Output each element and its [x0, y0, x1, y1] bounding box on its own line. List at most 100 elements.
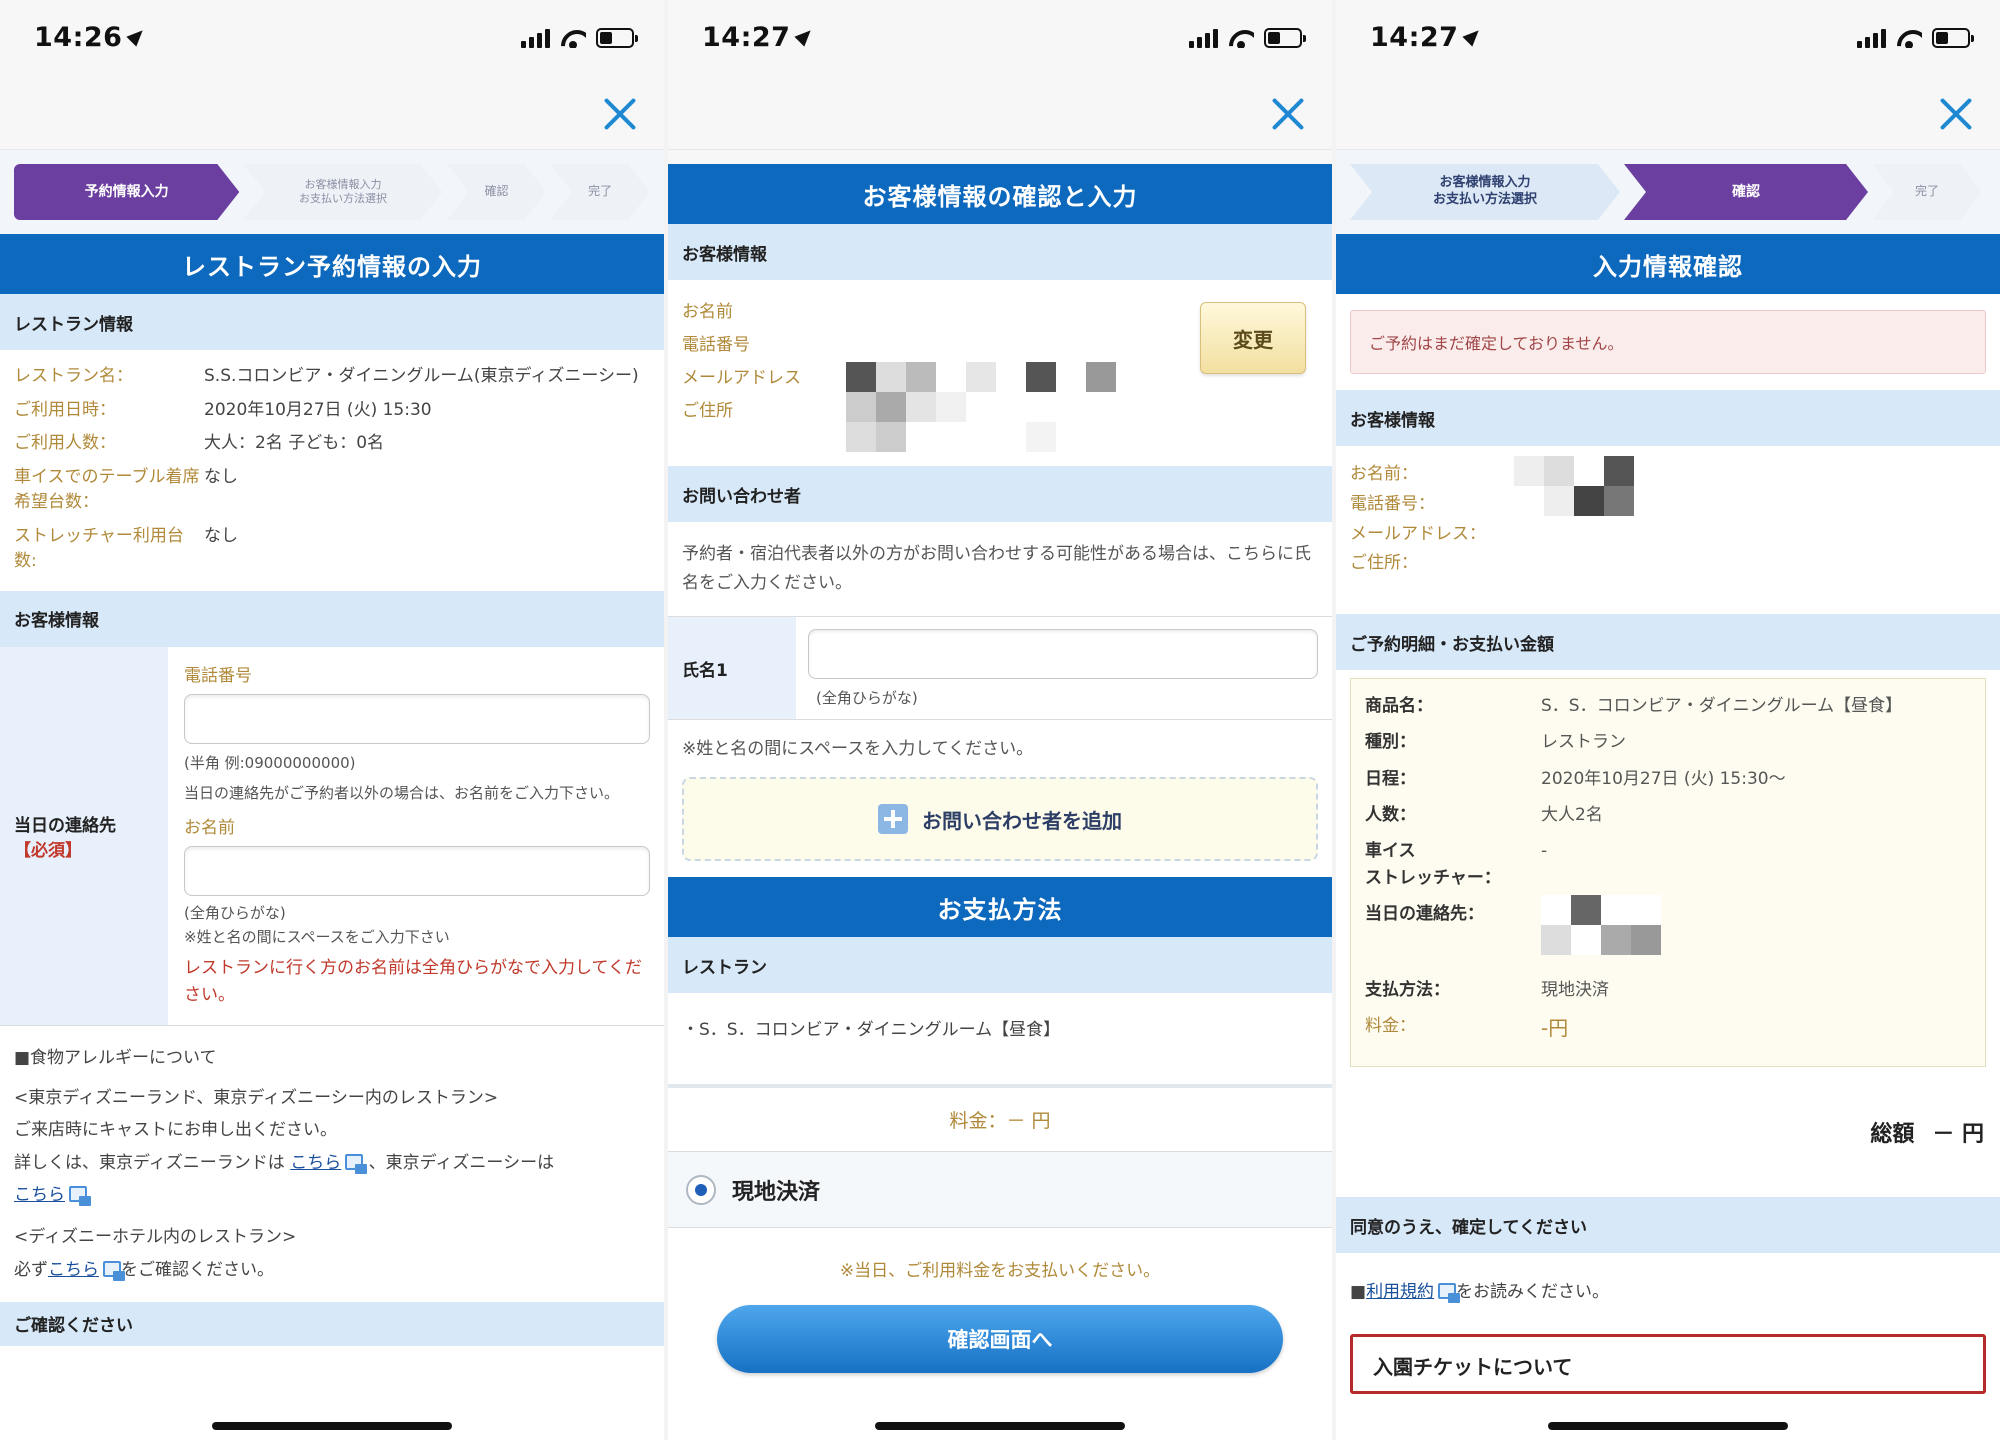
tdl-link[interactable]: こちら [290, 1153, 341, 1173]
plus-icon [878, 804, 908, 835]
radio-selected-icon[interactable] [686, 1174, 716, 1205]
inquiry-name-input[interactable] [808, 628, 1318, 679]
battery-icon [1264, 28, 1306, 48]
summary-label: 人数： [1365, 805, 1416, 826]
redacted-customer-data [1514, 456, 1634, 516]
home-indicator [212, 1422, 452, 1430]
close-icon[interactable] [1938, 96, 1974, 132]
status-bar: 14:26 [0, 0, 664, 78]
allergy-link-text-b: 、東京ディズニーシーは [368, 1152, 555, 1173]
wifi-icon [1228, 28, 1254, 48]
summary-row: 人数： 大人2名 [1365, 802, 1971, 828]
home-indicator [1548, 1422, 1788, 1430]
wifi-icon [560, 28, 586, 48]
terms-suffix: をお読みください。 [1456, 1282, 1610, 1303]
step-confirm: 確認 [1624, 164, 1868, 220]
close-icon[interactable] [1270, 96, 1306, 132]
location-arrow-icon [1462, 25, 1485, 47]
summary-label: 支払方法： [1365, 980, 1450, 1001]
summary-value: -円 [1541, 1016, 1569, 1041]
terms-line: ■利用規約 をお読みください。 [1336, 1253, 2000, 1326]
summary-label: 当日の連絡先： [1365, 904, 1484, 925]
label-address: ご住所： [1350, 553, 1418, 574]
external-link-icon [1438, 1283, 1461, 1304]
signal-icon [521, 28, 550, 48]
info-row: ストレッチャー利用台数: なし [14, 524, 650, 575]
status-time: 14:27 [702, 22, 817, 53]
home-indicator [875, 1422, 1125, 1430]
summary-value: S．S．コロンビア・ダイニングルーム【昼食】 [1541, 696, 1903, 716]
summary-label: 商品名： [1365, 696, 1433, 716]
page-title: お客様情報の確認と入力 [668, 164, 1332, 224]
restaurant-line: ・S．S．コロンビア・ダイニングルーム【昼食】 [668, 993, 1332, 1089]
external-link-icon [69, 1186, 91, 1207]
step-reservation-input: 予約情報入力 [14, 164, 239, 220]
info-label: ご利用日時： [14, 399, 116, 420]
allergy-notice: ■食物アレルギーについて <東京ディズニーランド、東京ディズニーシー内のレストラ… [0, 1026, 664, 1302]
section-inquiry-person: お問い合わせ者 [668, 466, 1332, 522]
signal-icon [1189, 28, 1218, 48]
payment-option-label: 現地決済 [732, 1179, 821, 1205]
go-to-confirm-button[interactable]: 確認画面へ [717, 1305, 1283, 1374]
section-customer-info: お客様情報 [0, 590, 664, 647]
status-bar: 14:27 [1336, 0, 2000, 78]
allergy-park-text: ご来店時にキャストにお申し出ください。 [14, 1120, 337, 1141]
status-time: 14:26 [34, 22, 149, 53]
summary-label: 車イス ストレッチャー： [1365, 841, 1501, 888]
summary-value: 2020年10月27日 (火) 15:30～ [1541, 768, 1786, 789]
inquiry-text: 予約者・宿泊代表者以外の方がお問い合わせする可能性がある場合は、こちらに氏名をご… [668, 522, 1332, 617]
total-value: － 円 [1932, 1122, 1984, 1148]
add-inquiry-label: お問い合わせ者を追加 [922, 808, 1122, 833]
close-icon[interactable] [602, 96, 638, 132]
step-customer-info: お客様情報入力 お支払い方法選択 [1350, 164, 1620, 220]
ticket-notice-box[interactable]: 入園チケットについて [1350, 1334, 1986, 1395]
total-label: 総額 [1870, 1122, 1915, 1148]
step-customer-info: お客様情報入力 お支払い方法選択 [243, 164, 442, 220]
fee-line: 料金：－ 円 [668, 1088, 1332, 1153]
panel-customer-confirm: 14:27 お客様情報の確認と入力 お客様情報 お名前 電話番号 メールアドレス… [668, 0, 1332, 1440]
section-reservation-summary: ご予約明細・お支払い金額 [1336, 614, 2000, 670]
name-hint-space: ※姓と名の間にスペースをご入力下さい [184, 928, 450, 946]
payment-option-onsite[interactable]: 現地決済 [668, 1152, 1332, 1229]
terms-link[interactable]: 利用規約 [1366, 1282, 1434, 1302]
info-label: レストラン名： [14, 366, 133, 386]
page-title: レストラン予約情報の入力 [0, 234, 664, 294]
summary-row-fee: 料金： -円 [1365, 1013, 1971, 1044]
signal-icon [1857, 28, 1886, 48]
tds-link[interactable]: こちら [14, 1185, 65, 1205]
space-note: ※姓と名の間にスペースを入力してください。 [682, 739, 1034, 760]
info-row: レストラン名： S.S.コロンビア・ダイニングルーム(東京ディズニーシー) [14, 364, 650, 390]
section-customer-info: お客様情報 [1336, 390, 2000, 446]
location-arrow-icon [794, 25, 817, 47]
summary-label: 料金： [1365, 1016, 1416, 1037]
allergy-hotel-text-a: 必ず [14, 1259, 48, 1280]
top-bar [668, 78, 1332, 150]
label-email: メールアドレス： [1350, 523, 1486, 544]
redacted-contact-data [1541, 895, 1661, 956]
allergy-heading: ■食物アレルギーについて [14, 1047, 217, 1068]
section-customer-info: お客様情報 [668, 224, 1332, 280]
name-input[interactable] [184, 845, 650, 896]
info-value: なし [204, 525, 238, 546]
hotel-link[interactable]: こちら [48, 1260, 99, 1280]
add-inquiry-person-button[interactable]: お問い合わせ者を追加 [682, 777, 1318, 862]
summary-label: 日程： [1365, 768, 1416, 789]
name-hint-hiragana: (全角ひらがな) [184, 903, 286, 922]
inquiry-name-hint: (全角ひらがな) [816, 688, 918, 707]
ticket-notice-label: 入園チケットについて [1373, 1355, 1573, 1380]
total-amount: 総額 － 円 [1336, 1067, 2000, 1197]
name-label: お名前 [184, 817, 235, 838]
not-confirmed-alert: ご予約はまだ確定しておりません。 [1350, 310, 1986, 374]
summary-value: - [1541, 841, 1548, 862]
summary-row: 当日の連絡先： [1365, 895, 1971, 967]
phone-input[interactable] [184, 693, 650, 744]
step-complete: 完了 [1872, 164, 1982, 220]
change-button[interactable]: 変更 [1200, 302, 1306, 374]
customer-info-box: お名前： 電話番号： メールアドレス： ご住所： [1336, 446, 2000, 614]
summary-row: 車イス ストレッチャー： - [1365, 838, 1971, 891]
info-value: なし [204, 466, 238, 487]
allergy-hotel-heading: <ディズニーホテル内のレストラン> [14, 1227, 297, 1248]
external-link-icon [103, 1260, 125, 1281]
panel-restaurant-input: 14:26 予約情報入力 お客様情報入力 お支払い方法選択 確認 完了 レストラ… [0, 0, 664, 1440]
status-bar: 14:27 [668, 0, 1332, 78]
